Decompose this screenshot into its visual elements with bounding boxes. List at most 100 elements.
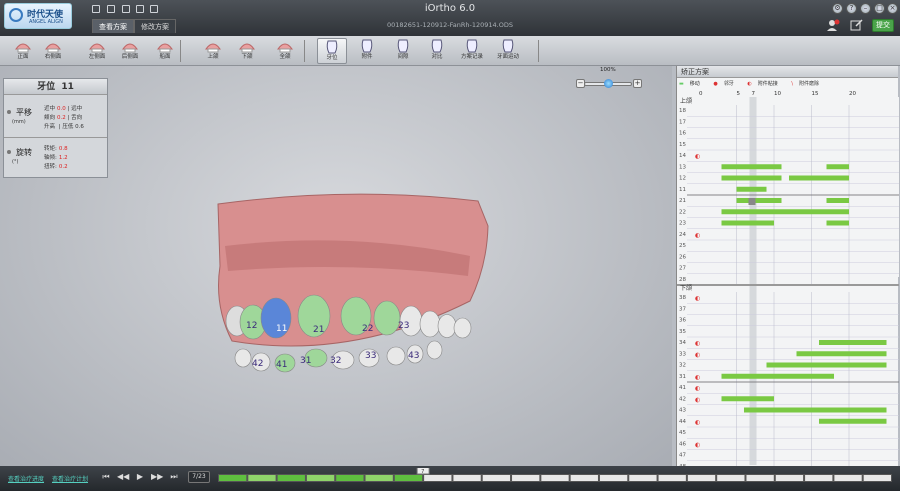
upper-tooth[interactable] — [419, 310, 441, 338]
timeline-step[interactable] — [834, 475, 862, 481]
timeline-step[interactable] — [746, 475, 774, 481]
toolbar-gap-button[interactable]: 间隙 — [388, 38, 418, 64]
upper-tooth[interactable] — [437, 314, 457, 338]
timeline-step[interactable] — [219, 475, 247, 481]
tab-view-plan[interactable]: 查看方案 — [92, 19, 134, 33]
timeline-step[interactable] — [629, 475, 657, 481]
toolbar-tooth-position-button[interactable]: 牙位 — [317, 38, 347, 64]
lower-tooth[interactable] — [426, 340, 443, 360]
toolbar-label: 上颌 — [207, 54, 219, 60]
movement-bar[interactable] — [826, 220, 850, 226]
movement-bar[interactable] — [721, 373, 835, 379]
toolbar-lower-jaw-button[interactable]: 下颌 — [232, 38, 262, 64]
submit-button[interactable]: 提交 — [872, 19, 894, 32]
timeline-step[interactable] — [365, 475, 393, 481]
timeline-step[interactable] — [541, 475, 569, 481]
minimize-button[interactable]: – — [860, 3, 871, 14]
settings-button[interactable]: ⚙ — [832, 3, 843, 14]
app-title: iOrtho 6.0 — [424, 3, 476, 14]
movement-bar[interactable] — [721, 209, 850, 215]
toolbar-full-jaw-button[interactable]: 全颌 — [270, 38, 300, 64]
upper-tooth[interactable] — [373, 300, 401, 336]
edit-icon[interactable] — [850, 19, 864, 31]
toolbar-right-view-button[interactable]: 右侧面 — [38, 38, 68, 64]
next-step-icon[interactable]: ▶▶ — [151, 471, 163, 483]
help-button[interactable]: ? — [846, 3, 857, 14]
tab-edit-plan[interactable]: 修改方案 — [134, 19, 176, 33]
timeline-step[interactable] — [306, 475, 335, 481]
play-icon[interactable]: ▶ — [134, 471, 146, 483]
user-icon[interactable] — [826, 19, 840, 31]
plan-chart[interactable]: 0 5 7 10 15 20 上颌 18 17 16 15 14 ◐ 13 12 11 21 22 23 24 ◐ 25 2… — [677, 88, 899, 466]
lower-tooth[interactable] — [386, 346, 406, 366]
movement-bar[interactable] — [789, 175, 849, 181]
movement-bar[interactable] — [796, 351, 887, 357]
step-timeline[interactable]: 7 — [218, 468, 892, 488]
prev-step-icon[interactable]: ◀◀ — [117, 471, 129, 483]
zoom-in-button[interactable]: + — [633, 79, 642, 88]
toolbar-front-view-button[interactable]: 正面 — [8, 38, 38, 64]
maximize-button[interactable]: □ — [874, 3, 885, 14]
timeline-step[interactable] — [863, 475, 891, 481]
toolbar-back-view-button[interactable]: 后侧面 — [115, 38, 145, 64]
zoom-thumb[interactable] — [604, 79, 613, 88]
timeline-step[interactable] — [570, 475, 598, 481]
timeline-step[interactable] — [453, 475, 481, 481]
timeline-step[interactable] — [277, 475, 305, 481]
tooth-row-label: 17 — [679, 119, 686, 125]
timeline-step[interactable] — [394, 475, 423, 481]
movement-bar[interactable] — [736, 198, 782, 203]
surface-motion-icon — [499, 39, 517, 53]
step-handle[interactable] — [748, 198, 756, 205]
attachment-mark: ◐ — [695, 232, 700, 239]
toolbar-compare-button[interactable]: 对比 — [422, 38, 452, 64]
last-step-icon[interactable]: ⏭ — [168, 471, 180, 483]
timeline-step[interactable] — [687, 475, 716, 481]
tooth-position-icon — [323, 40, 341, 54]
tooth-row-label: 15 — [679, 142, 686, 148]
timeline-step[interactable] — [482, 475, 511, 481]
movement-bar[interactable] — [721, 396, 775, 402]
timeline-step[interactable] — [336, 475, 364, 481]
movement-bar[interactable] — [721, 164, 782, 170]
timeline-step[interactable] — [512, 475, 540, 481]
first-step-icon[interactable]: ⏮ — [100, 471, 112, 483]
plan-link[interactable]: 查看治疗计划 — [52, 474, 88, 483]
axis-tick-label: 15 — [812, 91, 819, 97]
timeline-step[interactable] — [805, 475, 833, 481]
upper-tooth[interactable] — [453, 317, 472, 339]
movement-bar[interactable] — [819, 418, 887, 424]
movement-bar[interactable] — [826, 164, 850, 170]
attachment-mark: ◐ — [695, 385, 700, 392]
toolbar-left-view-button[interactable]: 左侧面 — [82, 38, 112, 64]
toolbar-label: 左侧面 — [88, 54, 106, 60]
toolbar-surface-motion-button[interactable]: 牙面运动 — [493, 38, 523, 64]
timeline-step[interactable] — [248, 475, 276, 481]
timeline-step[interactable] — [599, 475, 628, 481]
timeline-marker-label: 7 — [421, 469, 424, 475]
tooth-panel-header: 牙位 11 — [4, 79, 107, 95]
movement-bar[interactable] — [766, 362, 887, 368]
timeline-step[interactable] — [424, 475, 452, 481]
movement-bar[interactable] — [744, 407, 887, 413]
progress-link[interactable]: 查看治疗进度 — [8, 474, 44, 483]
toolbar-plan-record-button[interactable]: 方案记录 — [457, 38, 487, 64]
toolbar-occlusal-view-button[interactable]: 船面 — [150, 38, 180, 64]
movement-bar[interactable] — [721, 175, 782, 181]
tooth-row-label: 24 — [679, 232, 686, 238]
timeline-step[interactable] — [658, 475, 686, 481]
toolbar-label: 正面 — [17, 54, 29, 60]
timeline-step[interactable] — [717, 475, 745, 481]
lower-tooth[interactable] — [234, 348, 252, 368]
tooth-row-label: 13 — [679, 164, 686, 170]
tooth-row-label: 14 — [679, 153, 686, 159]
toolbar-upper-jaw-button[interactable]: 上颌 — [198, 38, 228, 64]
toolbar-attachment-button[interactable]: 附件 — [352, 38, 382, 64]
movement-bar[interactable] — [826, 198, 850, 203]
movement-bar[interactable] — [736, 186, 767, 192]
plan-panel: 矫正方案 ▬ 移动 ● 邻牙 ◐ 附件粘接 \ 附件磨除 0 5 7 10 15 20 上颌 18 17… — [676, 66, 899, 466]
movement-bar[interactable] — [819, 340, 887, 345]
movement-bar[interactable] — [721, 220, 775, 226]
close-button[interactable]: × — [887, 3, 898, 14]
timeline-step[interactable] — [775, 475, 804, 481]
